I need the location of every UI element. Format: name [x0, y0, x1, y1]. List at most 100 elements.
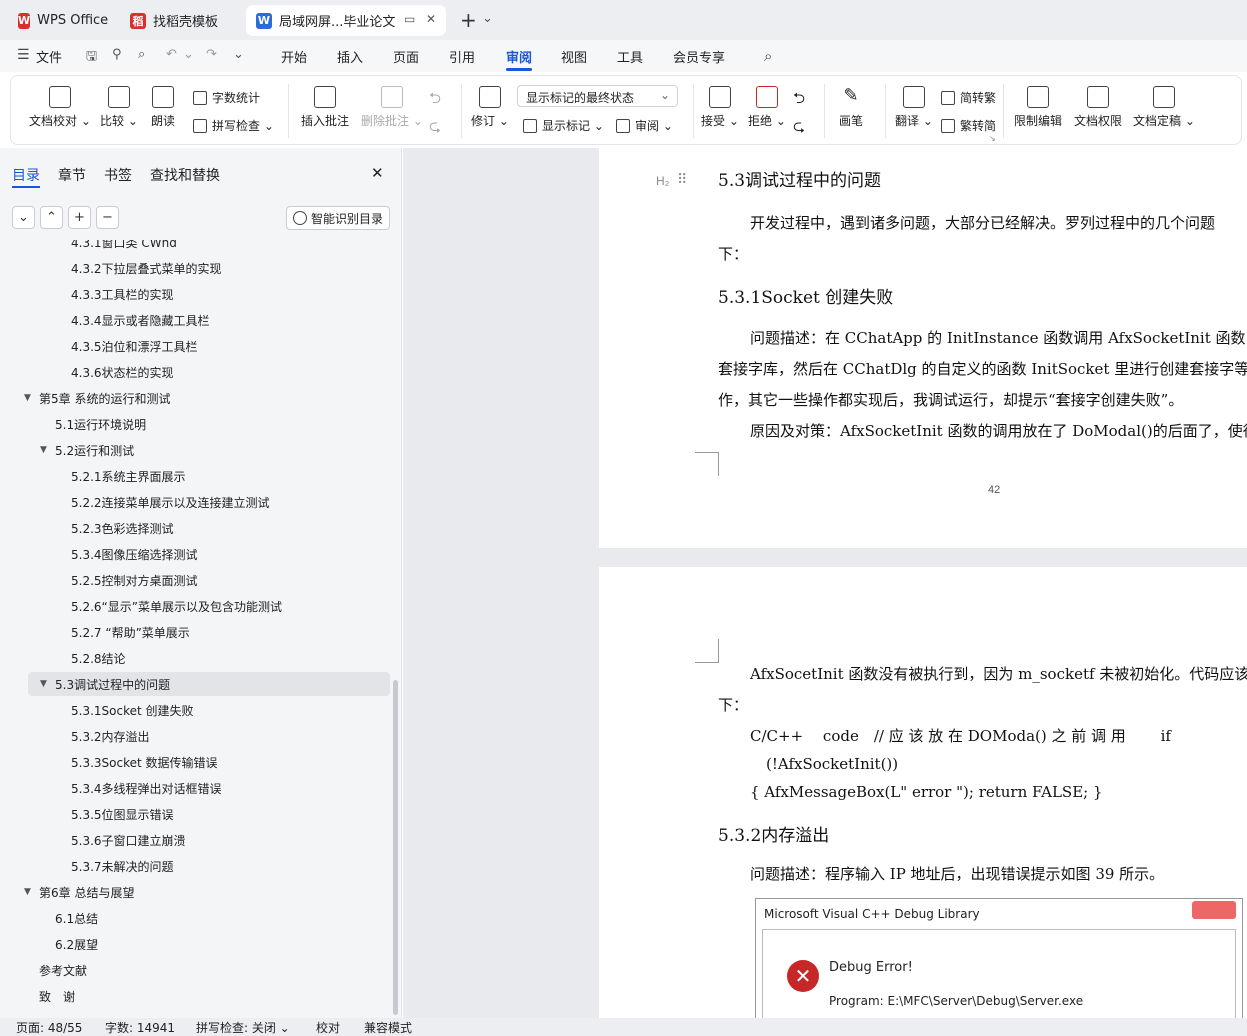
doc-check-button[interactable]: 文档校对 ⌄: [29, 86, 91, 129]
menu-insert[interactable]: 插入: [337, 47, 363, 66]
toc-item[interactable]: 5.3.5位图显示错误: [28, 802, 390, 826]
menu-member[interactable]: 会员专享: [673, 47, 725, 66]
toc-item[interactable]: 参考文献: [28, 958, 390, 982]
toc-scrollbar[interactable]: [393, 680, 398, 1015]
save-icon[interactable]: 🖫: [86, 47, 97, 69]
redo-icon[interactable]: ↷: [206, 47, 217, 62]
toc-item[interactable]: 4.3.4显示或者隐藏工具栏: [28, 308, 390, 332]
show-markup-button[interactable]: 显示标记 ⌄: [523, 117, 604, 134]
menu-start[interactable]: 开始: [281, 47, 307, 66]
expand-arrow-icon[interactable]: ▼: [24, 887, 31, 897]
toc-item[interactable]: 5.3.1Socket 创建失败: [28, 698, 390, 722]
toc-item[interactable]: 5.2.1系统主界面展示: [28, 464, 390, 488]
close-pane-icon[interactable]: ✕: [371, 164, 384, 182]
smart-toc-button[interactable]: 智能识别目录: [286, 206, 390, 230]
toc-item[interactable]: 4.3.5泊位和漂浮工具栏: [28, 334, 390, 358]
tab-find-replace[interactable]: 查找和替换: [150, 165, 220, 185]
expand-arrow-icon[interactable]: ▼: [40, 679, 47, 689]
trad-to-simp-button[interactable]: 繁转简: [941, 117, 996, 134]
next-change-icon[interactable]: ⮎: [793, 116, 805, 141]
remove-heading-button[interactable]: −: [96, 206, 119, 229]
toc-item[interactable]: 5.3.7未解决的问题: [28, 854, 390, 878]
toc-item[interactable]: ▼ 5.3调试过程中的问题: [28, 672, 390, 696]
menu-view[interactable]: 视图: [561, 47, 587, 66]
toc-item[interactable]: ▼ 5.2运行和测试: [28, 438, 390, 462]
accept-button[interactable]: 接受 ⌄: [701, 86, 739, 129]
close-tab-icon[interactable]: ✕: [426, 12, 436, 26]
prev-change-icon[interactable]: ⮌: [793, 88, 805, 113]
insert-comment-button[interactable]: 插入批注: [301, 86, 349, 129]
new-tab-icon[interactable]: +: [460, 8, 477, 32]
prev-comment-icon[interactable]: ⮌: [429, 88, 441, 113]
monitor-icon[interactable]: ▭: [404, 12, 415, 26]
print-preview-icon[interactable]: ⌕: [138, 47, 145, 62]
compare-button[interactable]: 比较 ⌄: [100, 86, 138, 129]
drag-handle-icon[interactable]: ⠿: [677, 172, 687, 188]
toc-item[interactable]: 5.2.7 “帮助”菜单展示: [28, 620, 390, 644]
proofread-status[interactable]: 校对: [316, 1019, 340, 1036]
simp-to-trad-button[interactable]: 简转繁: [941, 89, 996, 106]
toc-item[interactable]: 5.3.2内存溢出: [28, 724, 390, 748]
read-aloud-button[interactable]: 朗读: [151, 86, 175, 129]
menu-file[interactable]: 文件: [36, 47, 62, 66]
hamburger-icon[interactable]: ☰: [17, 47, 30, 63]
toc-item[interactable]: 5.3.4多线程弹出对话框错误: [28, 776, 390, 800]
tab-bookmarks[interactable]: 书签: [104, 165, 132, 185]
menu-review[interactable]: 审阅: [506, 47, 532, 66]
restrict-edit-button[interactable]: 限制编辑: [1014, 86, 1062, 129]
pen-button[interactable]: ✎ 画笔: [839, 86, 863, 129]
toc-item[interactable]: 4.3.2下拉层叠式菜单的实现: [28, 256, 390, 280]
toc-item[interactable]: 4.3.1窗口类 CWnd: [28, 240, 390, 254]
toc-item[interactable]: 6.1总结: [28, 906, 390, 930]
toc-item[interactable]: 5.3.6子窗口建立崩溃: [28, 828, 390, 852]
spell-check-button[interactable]: 拼写检查 ⌄: [193, 117, 274, 134]
spell-check-status[interactable]: 拼写检查: 关闭 ⌄: [196, 1019, 290, 1036]
toc-item[interactable]: 致 谢: [28, 984, 390, 1008]
tab-document[interactable]: W 局域网屏...毕业论文 ▭ ✕: [246, 5, 446, 36]
undo-icon[interactable]: ↶: [166, 47, 177, 62]
reject-button[interactable]: 拒绝 ⌄: [748, 86, 786, 129]
word-count[interactable]: 字数: 14941: [105, 1019, 175, 1036]
toc-item[interactable]: 5.3.3Socket 数据传输错误: [28, 750, 390, 774]
toc-item[interactable]: ▼ 第6章 总结与展望: [24, 880, 390, 904]
next-comment-icon[interactable]: ⮎: [429, 116, 441, 141]
toc-item[interactable]: 6.2展望: [28, 932, 390, 956]
translate-button[interactable]: 翻译 ⌄: [895, 86, 933, 129]
expand-arrow-icon[interactable]: ▼: [40, 445, 47, 455]
word-count-button[interactable]: 字数统计: [193, 89, 260, 106]
toc-item[interactable]: 5.3.4图像压缩选择测试: [28, 542, 390, 566]
display-state-select[interactable]: 显示标记的最终状态 ⌄: [517, 85, 678, 107]
share-icon[interactable]: ⚲: [112, 47, 122, 62]
tab-wps-office[interactable]: W WPS Office: [8, 5, 118, 36]
tab-menu-chevron-icon[interactable]: ⌄: [482, 11, 493, 26]
toc-item[interactable]: 5.2.2连接菜单展示以及连接建立测试: [28, 490, 390, 514]
menu-page[interactable]: 页面: [393, 47, 419, 66]
toc-item[interactable]: 5.2.8结论: [28, 646, 390, 670]
menu-tools[interactable]: 工具: [617, 47, 643, 66]
toc-item[interactable]: 5.2.3色彩选择测试: [28, 516, 390, 540]
tab-sections[interactable]: 章节: [58, 165, 86, 185]
expand-arrow-icon[interactable]: ▼: [24, 393, 31, 403]
toc-item[interactable]: 5.1运行环境说明: [28, 412, 390, 436]
toc-item[interactable]: 5.2.5控制对方桌面测试: [28, 568, 390, 592]
doc-permission-button[interactable]: 文档权限: [1074, 86, 1122, 129]
search-icon[interactable]: ⌕: [764, 47, 772, 65]
toc-item[interactable]: ▼ 第5章 系统的运行和测试: [24, 386, 390, 410]
menu-references[interactable]: 引用: [449, 47, 475, 66]
delete-comment-button[interactable]: 删除批注 ⌄: [361, 86, 423, 129]
expand-up-button[interactable]: ⌃: [40, 206, 63, 229]
toc-item[interactable]: 5.2.6“显示”菜单展示以及包含功能测试: [28, 594, 390, 618]
add-heading-button[interactable]: +: [68, 206, 91, 229]
doc-finalize-button[interactable]: 文档定稿 ⌄: [1133, 86, 1195, 129]
tab-toc[interactable]: 目录: [12, 165, 40, 185]
collapse-button[interactable]: ⌄: [12, 206, 35, 229]
tab-template[interactable]: 稻 找稻壳模板: [120, 5, 244, 36]
undo-menu-icon[interactable]: ⌄: [183, 47, 194, 62]
review-pane-button[interactable]: 审阅 ⌄: [616, 117, 673, 134]
toc-item[interactable]: 4.3.6状态栏的实现: [28, 360, 390, 384]
toc-item[interactable]: 4.3.3工具栏的实现: [28, 282, 390, 306]
track-changes-button[interactable]: 修订 ⌄: [471, 86, 509, 129]
group-expand-icon[interactable]: ↘: [989, 134, 996, 143]
page-indicator[interactable]: 页面: 48/55: [16, 1019, 82, 1036]
quick-menu-chevron-icon[interactable]: ⌄: [233, 47, 244, 62]
